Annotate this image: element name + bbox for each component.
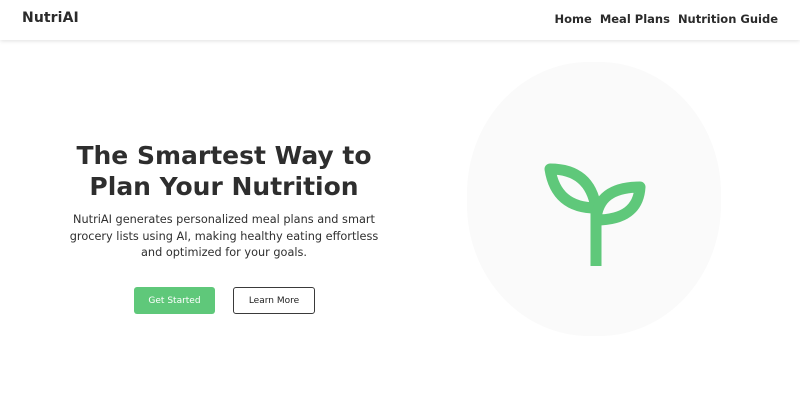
nav-link-meal-plans[interactable]: Meal Plans — [600, 12, 670, 26]
hero-description: NutriAI generates personalized meal plan… — [69, 213, 379, 259]
top-navbar: NutriAI Home Meal Plans Nutrition Guide — [0, 0, 800, 40]
hero-title-line-2: Plan Your Nutrition — [89, 172, 359, 201]
main-nav: Home Meal Plans Nutrition Guide — [555, 12, 779, 26]
hero-section: The Smartest Way to Plan Your Nutrition … — [0, 40, 448, 412]
sprout-icon — [544, 163, 646, 266]
learn-more-button[interactable]: Learn More — [233, 287, 315, 314]
brand-logo[interactable]: NutriAI — [22, 10, 79, 26]
nav-link-nutrition-guide[interactable]: Nutrition Guide — [678, 12, 778, 26]
hero-title: The Smartest Way to Plan Your Nutrition — [0, 140, 448, 202]
nav-link-home[interactable]: Home — [555, 12, 592, 26]
get-started-button[interactable]: Get Started — [134, 287, 215, 314]
hero-title-line-1: The Smartest Way to — [76, 141, 372, 170]
